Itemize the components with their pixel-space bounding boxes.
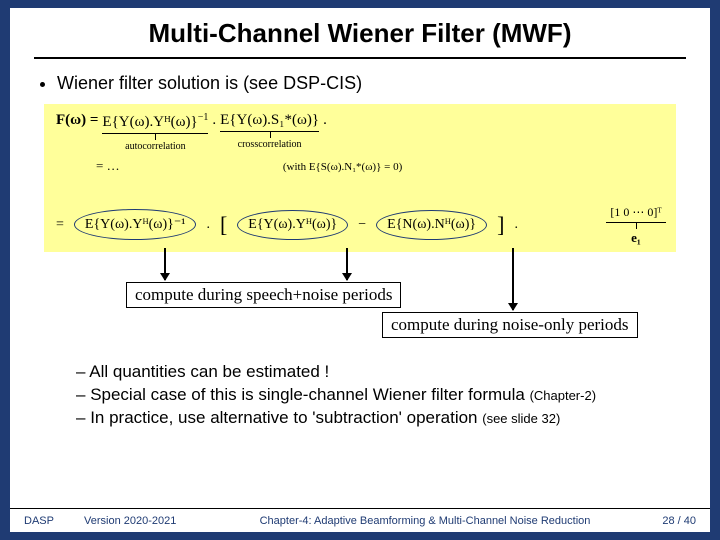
sub-bullet-1: – All quantities can be estimated !: [76, 362, 686, 382]
tag-noise-only: compute during noise-only periods: [382, 312, 638, 338]
auto-expr: E{Y(ω).Yᴴ(ω)}: [102, 114, 197, 130]
arrow-region: compute during speech+noise periods comp…: [34, 252, 686, 288]
crosscorrelation-term: E{Y(ω).S₁*(ω)} crosscorrelation: [220, 112, 319, 150]
dot-2: .: [323, 112, 327, 129]
sub-bullet-list: – All quantities can be estimated ! – Sp…: [34, 362, 686, 428]
unit-vector: [1 0 ⋯ 0]ᵀ e₁: [606, 205, 666, 246]
main-bullet-text: Wiener filter solution is (see DSP-CIS): [57, 73, 362, 94]
formula-row-2: = E{Y(ω).Yᴴ(ω)}⁻¹ . [ E{Y(ω).Yᴴ(ω)} − E{…: [56, 209, 518, 240]
title-rule: [34, 57, 686, 59]
underbrace-icon: [606, 222, 666, 228]
cross-expr: E{Y(ω).S₁*(ω)}: [220, 112, 319, 128]
tag-speech-noise: compute during speech+noise periods: [126, 282, 401, 308]
sub-bullet-3: – In practice, use alternative to 'subtr…: [76, 408, 686, 428]
dot-3: .: [206, 217, 210, 233]
bracket-left: [: [220, 212, 227, 238]
formula-row-1: F(ω) = E{Y(ω).Yᴴ(ω)}−1 autocorrelation .…: [56, 112, 664, 152]
evec-row: [1 0 ⋯ 0]ᵀ: [606, 205, 666, 220]
ellipse-3: E{N(ω).Nᴴ(ω)}: [376, 210, 487, 240]
ellipse-2: E{Y(ω).Yᴴ(ω)}: [237, 210, 348, 240]
arrow-down-icon: [346, 248, 348, 280]
bullet-dot-icon: [40, 82, 45, 87]
arrow-down-icon: [512, 248, 514, 310]
slide: Multi-Channel Wiener Filter (MWF) Wiener…: [10, 8, 710, 532]
underbrace-icon: [102, 133, 208, 139]
auto-exponent: −1: [198, 112, 209, 123]
sub-bullet-3-text: In practice, use alternative to 'subtrac…: [90, 408, 482, 427]
underbrace-icon: [220, 131, 319, 137]
arrow-down-icon: [164, 248, 166, 280]
formula-row-mid: = … (with E{S(ω).N₁*(ω)} = 0): [96, 158, 664, 174]
main-bullet: Wiener filter solution is (see DSP-CIS): [34, 73, 686, 94]
ellipse-1: E{Y(ω).Yᴴ(ω)}⁻¹: [74, 209, 197, 240]
footer: DASP Version 2020-2021 Chapter-4: Adapti…: [10, 508, 710, 532]
cross-label: crosscorrelation: [220, 139, 319, 150]
row2-eq: =: [56, 217, 64, 233]
mid-eq: = …: [96, 158, 120, 173]
autocorrelation-term: E{Y(ω).Yᴴ(ω)}−1 autocorrelation: [102, 112, 208, 152]
formula-lhs: F(ω) =: [56, 112, 98, 129]
content-area: Wiener filter solution is (see DSP-CIS) …: [10, 73, 710, 428]
sub-bullet-2-note: (Chapter-2): [530, 388, 596, 403]
slide-title: Multi-Channel Wiener Filter (MWF): [10, 8, 710, 57]
footer-version: Version 2020-2021: [84, 515, 204, 527]
sub-bullet-2-text: Special case of this is single-channel W…: [90, 385, 529, 404]
mid-note: (with E{S(ω).N₁*(ω)} = 0): [283, 161, 402, 173]
footer-course: DASP: [24, 515, 84, 527]
footer-chapter: Chapter-4: Adaptive Beamforming & Multi-…: [204, 515, 646, 527]
dot-1: .: [212, 112, 216, 129]
evec-label: e₁: [606, 230, 666, 246]
sub-bullet-3-note: (see slide 32): [482, 411, 560, 426]
formula-box: F(ω) = E{Y(ω).Yᴴ(ω)}−1 autocorrelation .…: [44, 104, 676, 252]
minus: −: [358, 217, 366, 233]
auto-label: autocorrelation: [102, 141, 208, 152]
bracket-right: ]: [497, 212, 504, 238]
footer-page: 28 / 40: [646, 515, 696, 527]
sub-bullet-1-text: All quantities can be estimated !: [89, 362, 329, 381]
sub-bullet-2: – Special case of this is single-channel…: [76, 385, 686, 405]
dot-4: .: [514, 217, 518, 233]
